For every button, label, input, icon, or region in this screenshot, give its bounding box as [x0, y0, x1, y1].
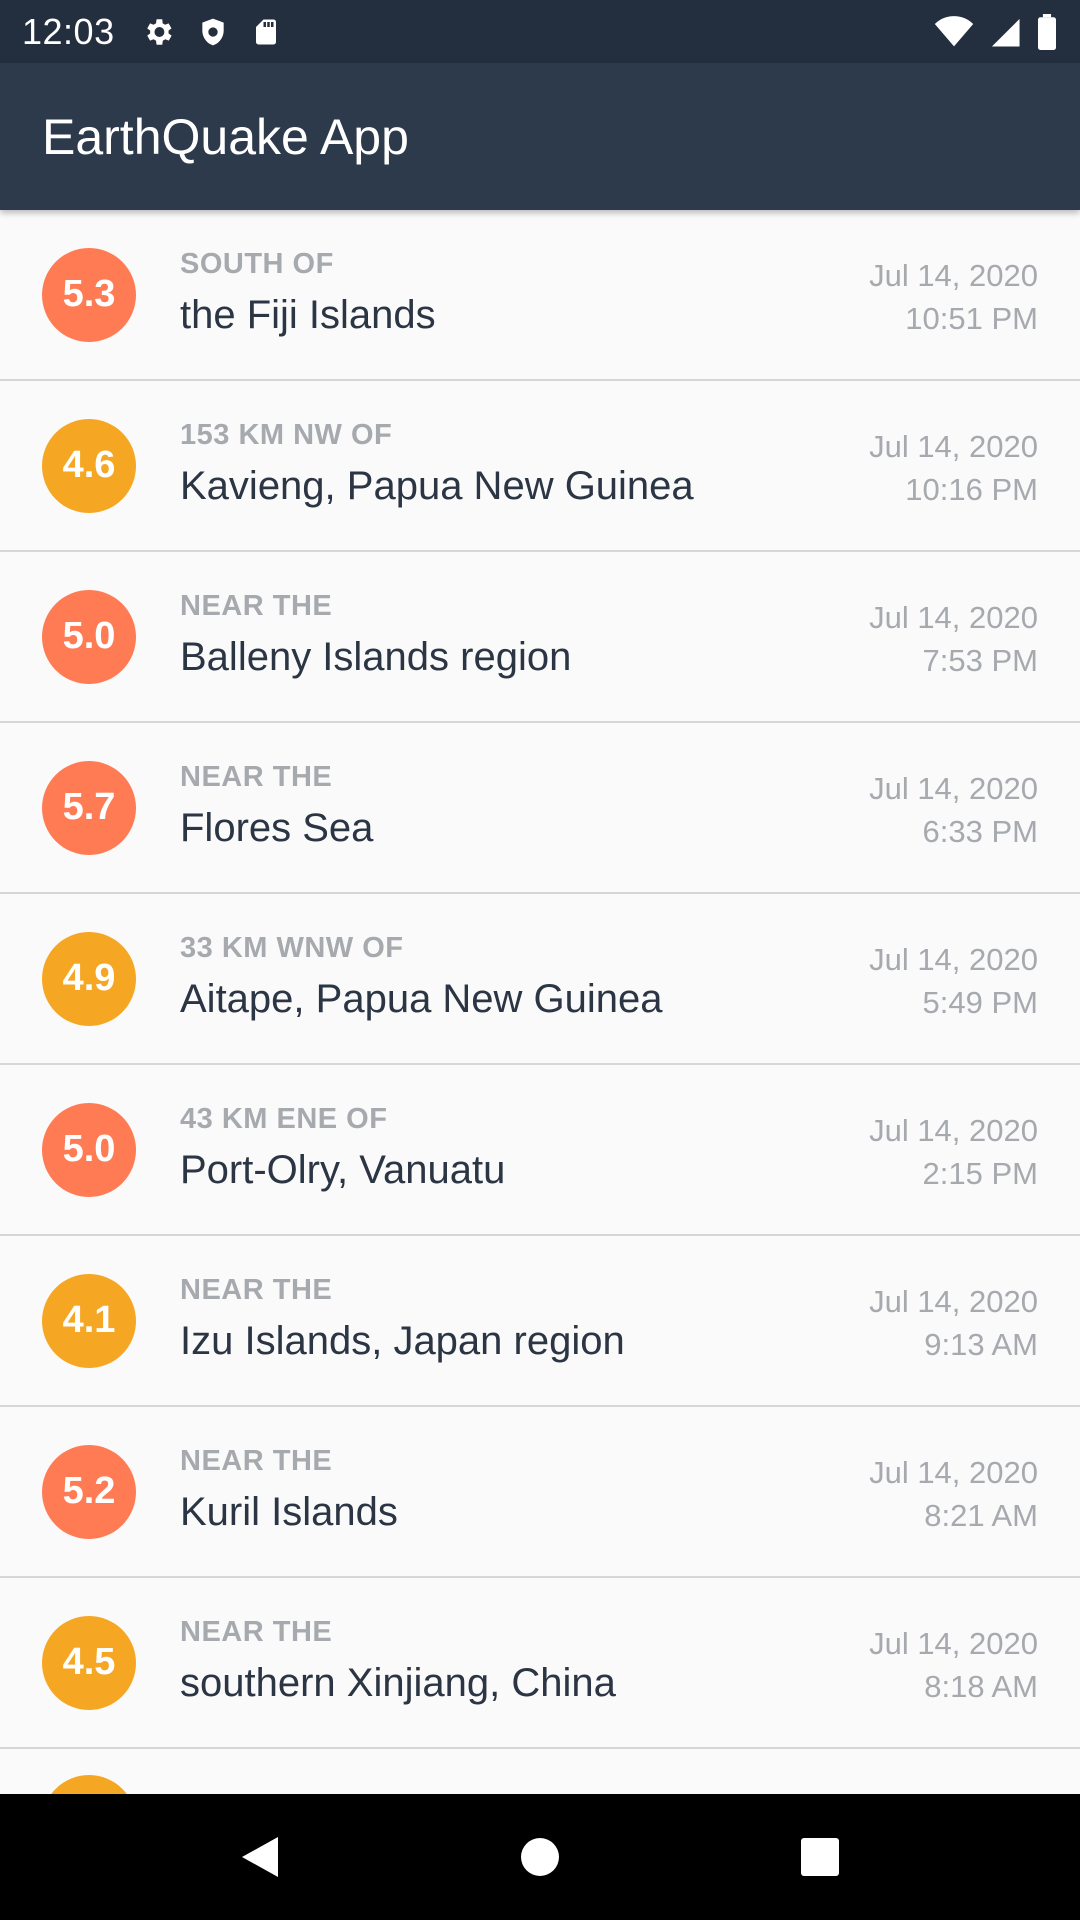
quake-date: Jul 14, 2020 — [869, 1455, 1038, 1490]
quake-date: Jul 14, 2020 — [869, 429, 1038, 464]
magnitude-badge: 5.3 — [42, 247, 136, 342]
primary-location: Kuril Islands — [180, 1490, 398, 1534]
magnitude-badge: 5.7 — [42, 760, 136, 855]
location-block: NEAR THE Flores Sea — [180, 761, 373, 851]
home-icon — [521, 1838, 559, 1876]
earthquake-list-item[interactable]: 5.2 NEAR THE Kuril Islands Jul 14, 2020 8:21… — [0, 1407, 1080, 1578]
earthquake-list-item-partial[interactable] — [0, 1749, 1080, 1794]
back-button[interactable] — [210, 1807, 310, 1907]
quake-date: Jul 14, 2020 — [869, 1626, 1038, 1661]
quake-time: 10:16 PM — [905, 472, 1038, 507]
location-offset: SOUTH OF — [180, 248, 334, 280]
magnitude-badge: 4.9 — [42, 931, 136, 1026]
location-offset: NEAR THE — [180, 761, 333, 793]
quake-date: Jul 14, 2020 — [869, 771, 1038, 806]
earthquake-list-item[interactable]: 4.1 NEAR THE Izu Islands, Japan region Jul … — [0, 1236, 1080, 1407]
quake-date: Jul 14, 2020 — [869, 1284, 1038, 1319]
location-block: NEAR THE southern Xinjiang, China — [180, 1616, 616, 1706]
date-time-block: Jul 14, 2020 7:53 PM — [869, 596, 1038, 682]
date-time-block: Jul 14, 2020 10:16 PM — [869, 425, 1038, 511]
app-title: EarthQuake App — [42, 108, 409, 165]
magnitude-badge: 5.0 — [42, 1102, 136, 1197]
date-time-block: Jul 14, 2020 2:15 PM — [869, 1109, 1038, 1195]
earthquake-list-item[interactable]: 5.0 NEAR THE Balleny Islands region Jul 14,… — [0, 552, 1080, 723]
quake-time: 8:18 AM — [924, 1669, 1038, 1704]
primary-location: Balleny Islands region — [180, 635, 572, 679]
quake-time: 10:51 PM — [905, 301, 1038, 336]
magnitude-badge: 4.6 — [42, 418, 136, 513]
location-offset: NEAR THE — [180, 590, 333, 622]
location-block: NEAR THE Kuril Islands — [180, 1445, 398, 1535]
earthquake-list[interactable]: 5.3 SOUTH OF the Fiji Islands Jul 14, 2020 1… — [0, 210, 1080, 1794]
location-block: 43 KM ENE OF Port-Olry, Vanuatu — [180, 1103, 505, 1193]
magnitude-badge: 4.5 — [42, 1615, 136, 1710]
earthquake-list-item[interactable]: 5.3 SOUTH OF the Fiji Islands Jul 14, 2020 1… — [0, 210, 1080, 381]
gear-icon — [141, 15, 175, 49]
quake-time: 5:49 PM — [922, 985, 1038, 1020]
date-time-block: Jul 14, 2020 10:51 PM — [869, 254, 1038, 340]
earthquake-list-item[interactable]: 5.7 NEAR THE Flores Sea Jul 14, 2020 6:33 PM — [0, 723, 1080, 894]
earthquake-list-item[interactable]: 4.6 153 KM NW OF Kavieng, Papua New Guinea… — [0, 381, 1080, 552]
location-offset: NEAR THE — [180, 1274, 333, 1306]
status-time: 12:03 — [22, 10, 115, 52]
date-time-block: Jul 14, 2020 8:18 AM — [869, 1622, 1038, 1708]
quake-date: Jul 14, 2020 — [869, 1113, 1038, 1148]
sd-card-icon — [251, 15, 281, 49]
quake-time: 2:15 PM — [922, 1156, 1038, 1191]
location-offset: 33 KM WNW OF — [180, 932, 404, 964]
date-time-block: Jul 14, 2020 9:13 AM — [869, 1280, 1038, 1366]
quake-date: Jul 14, 2020 — [869, 942, 1038, 977]
location-offset: 43 KM ENE OF — [180, 1103, 388, 1135]
location-block: SOUTH OF the Fiji Islands — [180, 248, 436, 338]
signal-icon — [988, 16, 1022, 48]
wifi-icon — [934, 15, 974, 48]
primary-location: Aitape, Papua New Guinea — [180, 977, 663, 1021]
home-button[interactable] — [490, 1807, 590, 1907]
date-time-block: Jul 14, 2020 5:49 PM — [869, 938, 1038, 1024]
date-time-block: Jul 14, 2020 6:33 PM — [869, 767, 1038, 853]
location-offset: NEAR THE — [180, 1445, 333, 1477]
primary-location: Flores Sea — [180, 806, 374, 850]
navigation-bar — [0, 1794, 1080, 1920]
primary-location: the Fiji Islands — [180, 293, 436, 337]
primary-location: Port-Olry, Vanuatu — [180, 1148, 506, 1192]
back-icon — [242, 1837, 278, 1877]
quake-time: 6:33 PM — [922, 814, 1038, 849]
quake-time: 9:13 AM — [924, 1327, 1038, 1362]
recents-button[interactable] — [770, 1807, 870, 1907]
app-bar: EarthQuake App — [0, 63, 1080, 210]
date-time-block: Jul 14, 2020 8:21 AM — [869, 1451, 1038, 1537]
quake-time: 8:21 AM — [924, 1498, 1038, 1533]
primary-location: Izu Islands, Japan region — [180, 1319, 625, 1363]
battery-icon — [1036, 13, 1058, 50]
location-block: 153 KM NW OF Kavieng, Papua New Guinea — [180, 419, 694, 509]
location-block: NEAR THE Izu Islands, Japan region — [180, 1274, 625, 1364]
magnitude-badge: 4.1 — [42, 1273, 136, 1368]
earthquake-list-item[interactable]: 4.5 NEAR THE southern Xinjiang, China Jul 1… — [0, 1578, 1080, 1749]
earthquake-list-item[interactable]: 5.0 43 KM ENE OF Port-Olry, Vanuatu Jul 14,… — [0, 1065, 1080, 1236]
primary-location: southern Xinjiang, China — [180, 1661, 616, 1705]
status-bar: 12:03 — [0, 0, 1080, 63]
location-offset: 153 KM NW OF — [180, 419, 393, 451]
location-offset: NEAR THE — [180, 1616, 333, 1648]
magnitude-badge — [42, 1775, 136, 1794]
shield-icon — [197, 15, 229, 49]
location-block: 33 KM WNW OF Aitape, Papua New Guinea — [180, 932, 663, 1022]
quake-date: Jul 14, 2020 — [869, 600, 1038, 635]
quake-date: Jul 14, 2020 — [869, 258, 1038, 293]
earthquake-list-item[interactable]: 4.9 33 KM WNW OF Aitape, Papua New Guinea J… — [0, 894, 1080, 1065]
location-block: NEAR THE Balleny Islands region — [180, 590, 571, 680]
primary-location: Kavieng, Papua New Guinea — [180, 464, 694, 508]
quake-time: 7:53 PM — [922, 643, 1038, 678]
magnitude-badge: 5.0 — [42, 589, 136, 684]
recents-icon — [801, 1838, 839, 1876]
magnitude-badge: 5.2 — [42, 1444, 136, 1539]
